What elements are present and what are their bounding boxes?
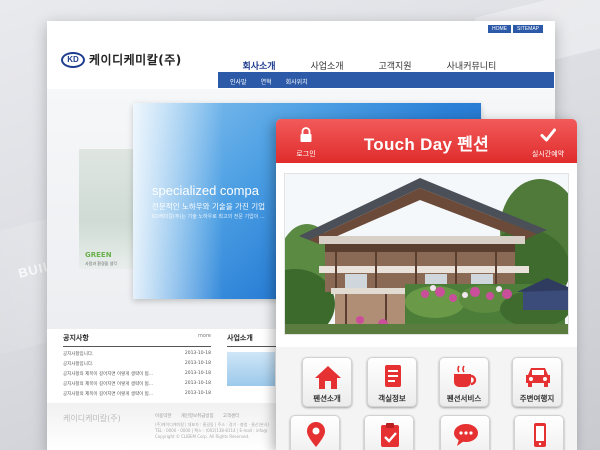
notice-title: 공지사항입니다. bbox=[63, 352, 94, 357]
map-pin-icon bbox=[307, 422, 325, 447]
utility-links: HOME SITEMAP bbox=[488, 25, 543, 33]
green-caption: 사람과 환경을 생각 bbox=[85, 261, 117, 266]
menu-grid: 펜션소개 객실정보 펜션서비스 주변여행지 bbox=[276, 347, 577, 450]
footer-copyright: Copyright © CLIBEM Corp. All Rights Rese… bbox=[155, 434, 250, 439]
footer-company-name: 케이디케미칼(주) bbox=[63, 414, 121, 423]
home-link[interactable]: HOME bbox=[488, 25, 512, 33]
mobile-site-mockup: 로그인 Touch Day 펜션 실시간예약 펜션소개 객실정보 펜션서비스 주… bbox=[276, 119, 577, 450]
subnav-item-location[interactable]: 회사위치 bbox=[286, 77, 308, 86]
notice-heading: 공지사항 bbox=[63, 334, 89, 342]
notice-title: 공지사항입니다. bbox=[63, 362, 94, 367]
menu-label: 주변여행지 bbox=[519, 394, 555, 403]
menu-label: 펜션서비스 bbox=[446, 394, 482, 403]
kd-logo-icon: KD bbox=[61, 51, 85, 68]
car-icon bbox=[526, 368, 550, 387]
notice-date: 2013-10-18 bbox=[184, 391, 211, 396]
clipboard-check-icon bbox=[381, 423, 399, 447]
document-icon bbox=[385, 365, 401, 387]
notice-row[interactable]: 공지사항입니다. 2013-10-18 bbox=[63, 361, 211, 367]
notice-date: 2013-10-18 bbox=[184, 351, 211, 356]
notice-title: 공지사항의 제목이 길어지면 이렇게 생략이 됨... bbox=[63, 382, 154, 387]
notice-row[interactable]: 공지사항의 제목이 길어지면 이렇게 생략이 됨... 2013-10-18 bbox=[63, 391, 211, 397]
mobile-header: 로그인 Touch Day 펜션 실시간예약 bbox=[276, 119, 577, 163]
company-name: 케이디케미칼(주) bbox=[89, 53, 182, 67]
business-thumbnail[interactable] bbox=[227, 352, 275, 386]
sitemap-link[interactable]: SITEMAP bbox=[513, 25, 543, 33]
chat-bubble-icon bbox=[454, 424, 478, 446]
notice-board: 공지사항 more 공지사항입니다. 2013-10-18 공지사항입니다. 2… bbox=[63, 333, 211, 397]
reservation-label: 실시간예약 bbox=[531, 150, 565, 158]
notice-date: 2013-10-18 bbox=[184, 371, 211, 376]
notice-more-link[interactable]: more bbox=[198, 333, 211, 343]
subnav-item-greeting[interactable]: 인사말 bbox=[230, 77, 247, 86]
hero-title: specialized compa bbox=[152, 183, 259, 198]
nav-item-support[interactable]: 고객지원 bbox=[361, 59, 429, 72]
menu-tile-location[interactable] bbox=[290, 415, 340, 450]
menu-tile-board[interactable] bbox=[440, 415, 490, 450]
footer-links: 이용약관 개인정보취급방침 고객센터 bbox=[155, 413, 239, 419]
green-title: GREEN bbox=[85, 251, 112, 259]
notice-row[interactable]: 공지사항입니다. 2013-10-18 bbox=[63, 351, 211, 357]
footer-link-privacy[interactable]: 개인정보취급방침 bbox=[181, 413, 214, 419]
menu-tile-nearby-travel[interactable]: 주변여행지 bbox=[512, 357, 562, 407]
menu-tile-pension-intro[interactable]: 펜션소개 bbox=[302, 357, 352, 407]
notice-date: 2013-10-18 bbox=[184, 361, 211, 366]
menu-tile-room-info[interactable]: 객실정보 bbox=[367, 357, 417, 407]
notice-date: 2013-10-18 bbox=[184, 381, 211, 386]
menu-tile-contact[interactable] bbox=[514, 415, 564, 450]
menu-label: 펜션소개 bbox=[313, 394, 341, 403]
notice-title: 공지사항의 제목이 길어지면 이렇게 생략이 됨... bbox=[63, 372, 154, 377]
menu-tile-reservation-check[interactable] bbox=[364, 415, 414, 450]
sub-nav: 인사말 연혁 회사위치 bbox=[218, 74, 554, 88]
smartphone-icon bbox=[534, 423, 546, 447]
subnav-item-history[interactable]: 연혁 bbox=[261, 77, 272, 86]
green-photo: GREEN 사람과 환경을 생각 bbox=[79, 149, 133, 269]
footer-link-terms[interactable]: 이용약관 bbox=[155, 413, 172, 419]
nav-item-community[interactable]: 사내커뮤니티 bbox=[429, 59, 514, 72]
notice-row[interactable]: 공지사항의 제목이 길어지면 이렇게 생략이 됨... 2013-10-18 bbox=[63, 371, 211, 377]
footer-link-support[interactable]: 고객센터 bbox=[223, 413, 240, 419]
realtime-reservation-button[interactable]: 실시간예약 bbox=[525, 127, 571, 159]
hero-description: KD케미칼(주)는 기술 노하우로 최고의 전문 기업이 ... bbox=[152, 214, 265, 220]
menu-label: 객실정보 bbox=[378, 394, 406, 403]
nav-item-about[interactable]: 회사소개 bbox=[225, 59, 293, 72]
nav-item-business[interactable]: 사업소개 bbox=[293, 59, 361, 72]
main-nav: 회사소개 사업소개 고객지원 사내커뮤니티 bbox=[225, 59, 514, 72]
house-icon bbox=[315, 366, 341, 389]
notice-title: 공지사항의 제목이 길어지면 이렇게 생략이 됨... bbox=[63, 392, 154, 397]
hero-subtitle: 전문적인 노하우와 기술을 가진 기업 bbox=[152, 202, 266, 211]
footer-info: (주)케이디케미칼 | 대표자 : 홍길동 | 주소 : 경기 · 충청 · 울… bbox=[155, 422, 269, 440]
checkmark-icon bbox=[540, 128, 556, 142]
chalet-illustration bbox=[285, 174, 568, 334]
notice-row[interactable]: 공지사항의 제목이 길어지면 이렇게 생략이 됨... 2013-10-18 bbox=[63, 381, 211, 387]
company-logo[interactable]: KD 케이디케미칼(주) bbox=[61, 51, 182, 68]
coffee-cup-icon bbox=[454, 365, 477, 387]
pension-photo bbox=[284, 173, 569, 335]
menu-tile-services[interactable]: 펜션서비스 bbox=[439, 357, 489, 407]
